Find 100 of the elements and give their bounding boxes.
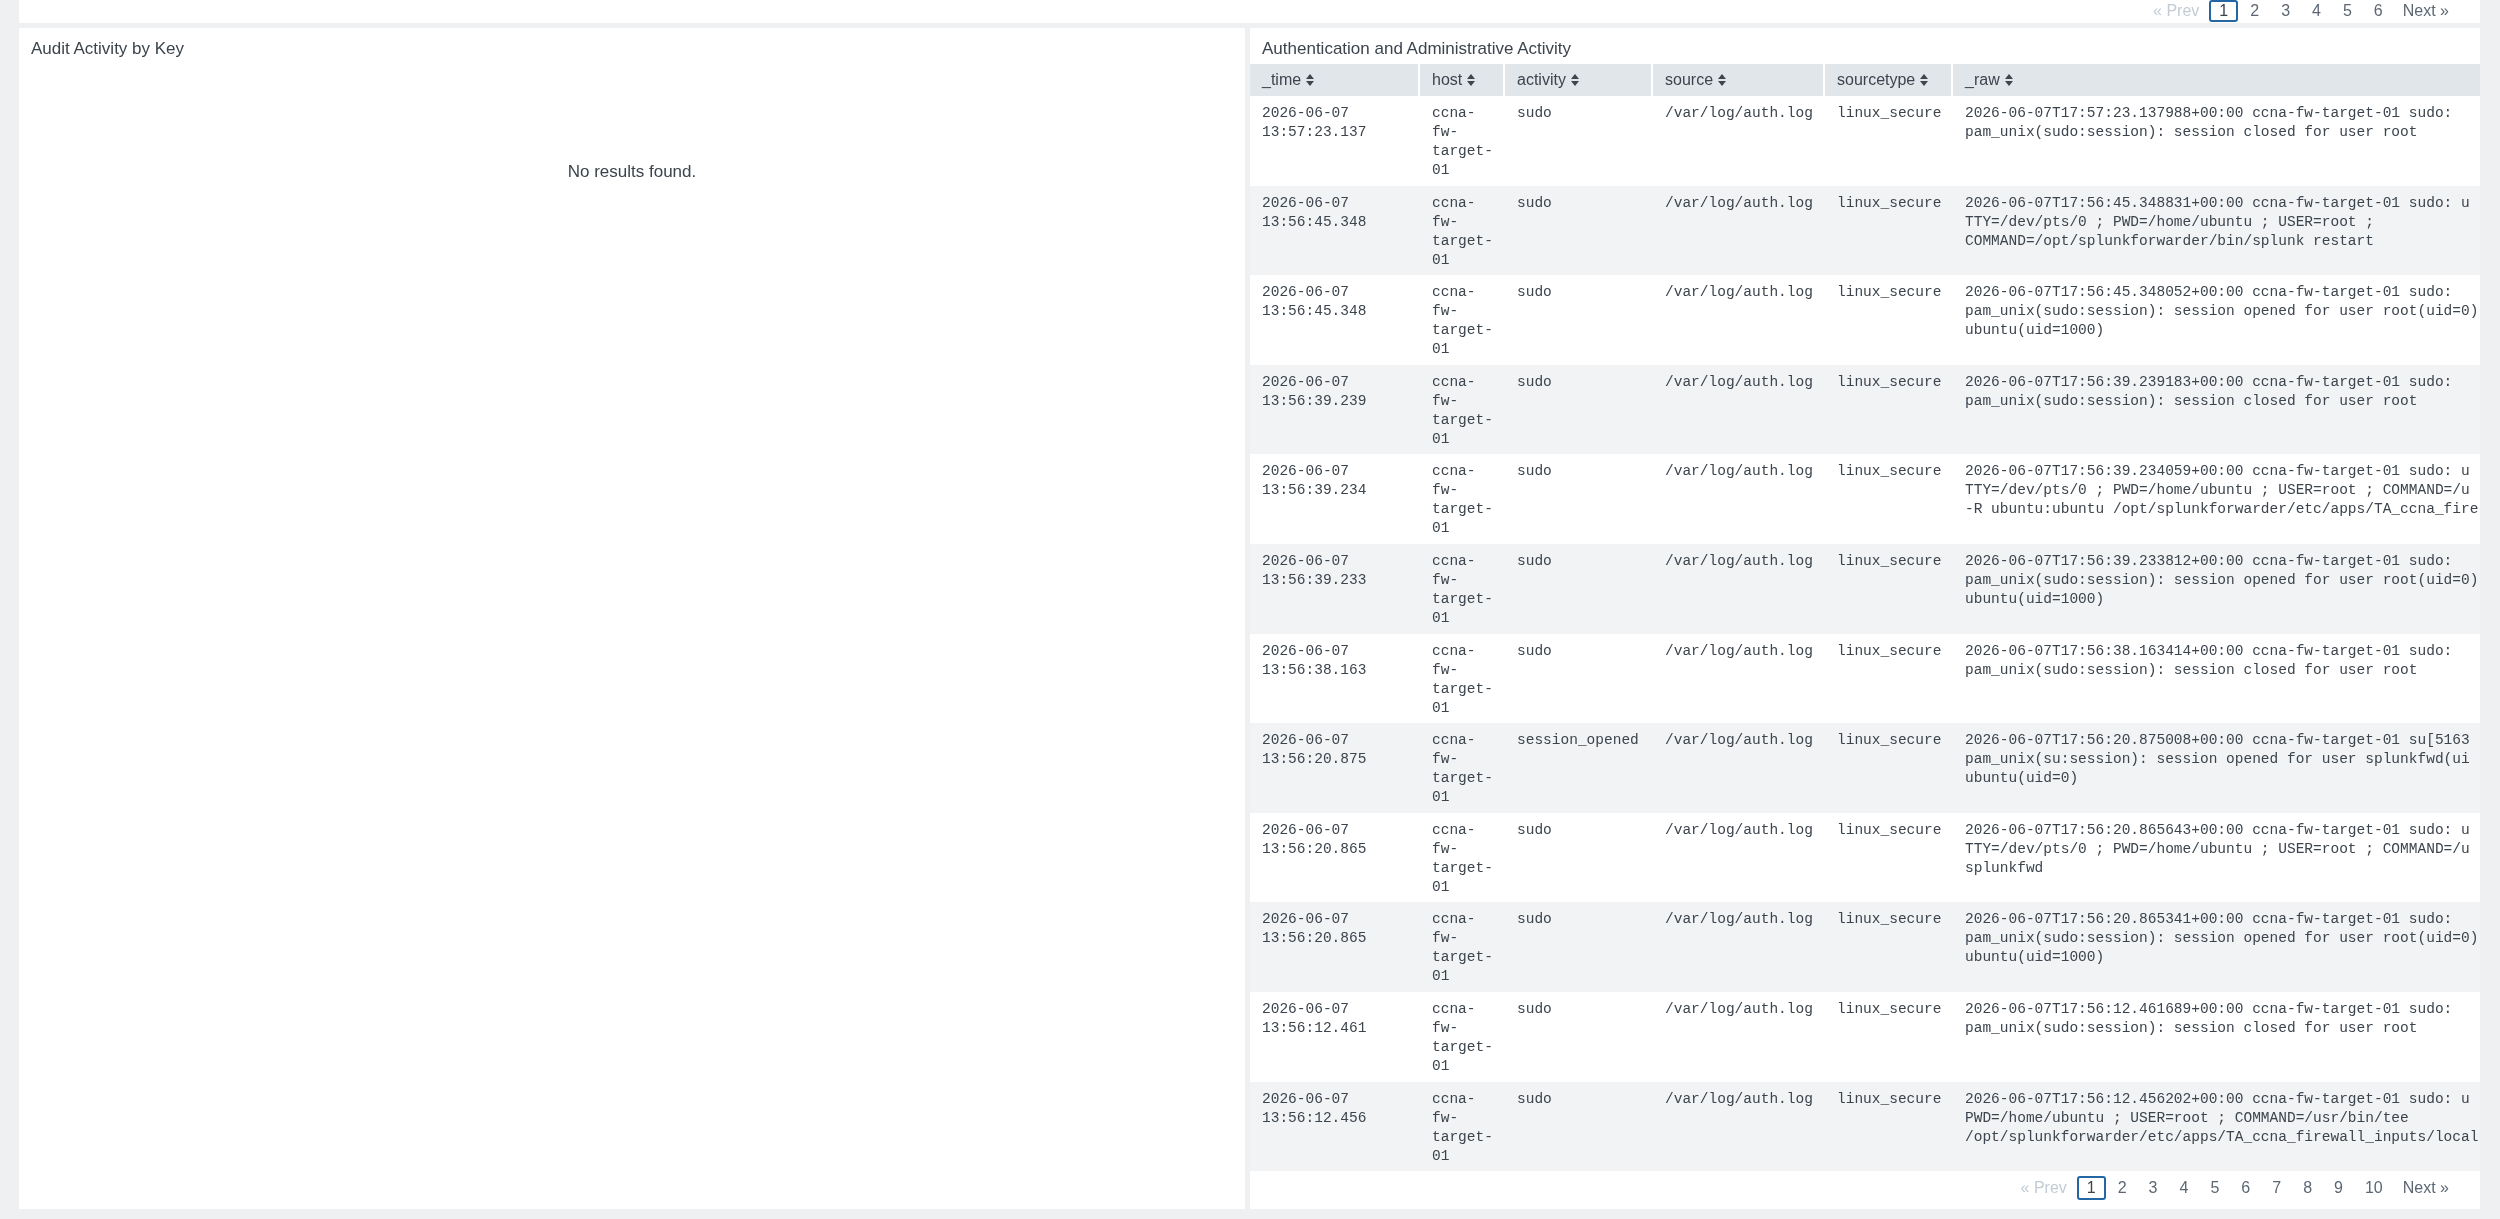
page-link[interactable]: 3 xyxy=(2138,1176,2168,1201)
table-cell: 2026-06-07T17:56:45.348052+00:00 ccna-fw-target-01 sudo: pam_unix(sudo:session): session opened for user root(uid=0) ubuntu(uid=1000) xyxy=(1965,283,2480,341)
table-cell-text: 2026-06-07 13:56:39.239 xyxy=(1262,372,1368,411)
table-cell: 2026-06-07T17:56:20.865341+00:00 ccna-fw-target-01 sudo: pam_unix(sudo:session): session opened for user root(uid=0) ubuntu(uid=1000) xyxy=(1965,910,2480,968)
table-cell-text: 2026-06-07T17:56:20.875008+00:00 ccna-fw-target-01 su[5163 pam_unix(su:session): session opened for user splunkfwd(ui ubuntu(uid=0) xyxy=(1965,731,2471,789)
table-cell-text: /var/log/auth.log xyxy=(1665,731,1814,751)
table-cell-text: 2026-06-07 13:56:12.456 xyxy=(1262,1089,1368,1128)
table-cell-text: 2026-06-07 13:56:20.865 xyxy=(1262,910,1368,949)
table-cell-text: ccna-fw-target-01 xyxy=(1432,999,1494,1076)
sort-icon xyxy=(1306,74,1315,86)
table-cell-text: ccna-fw-target-01 xyxy=(1432,551,1494,628)
table-cell-text: linux_secure xyxy=(1837,999,1943,1019)
column-header[interactable]: _time xyxy=(1250,64,1420,96)
page-link[interactable]: 8 xyxy=(2293,1176,2323,1201)
page-link[interactable]: 7 xyxy=(2262,1176,2292,1201)
table-cell-text: linux_secure xyxy=(1837,372,1943,392)
page-link[interactable]: 5 xyxy=(2200,1176,2230,1201)
table-cell-text: /var/log/auth.log xyxy=(1665,551,1814,571)
table-cell: 2026-06-07T17:56:39.233812+00:00 ccna-fw-target-01 sudo: pam_unix(sudo:session): session opened for user root(uid=0) ubuntu(uid=1000) xyxy=(1965,551,2480,609)
table-cell-text: sudo xyxy=(1517,462,1553,482)
table-cell-text: ccna-fw-target-01 xyxy=(1432,283,1494,360)
table-cell-text: sudo xyxy=(1517,283,1553,303)
page-link[interactable]: 5 xyxy=(2332,0,2362,22)
next-page-link[interactable]: Next » xyxy=(2393,1176,2458,1201)
table-cell-text: ccna-fw-target-01 xyxy=(1432,910,1494,987)
table-cell-text: linux_secure xyxy=(1837,104,1943,123)
table-cell-text: ccna-fw-target-01 xyxy=(1432,193,1494,270)
page-link[interactable]: 1 xyxy=(2076,1176,2106,1201)
table-cell-text: /var/log/auth.log xyxy=(1665,104,1814,123)
table-cell-text: 2026-06-07 13:56:39.234 xyxy=(1262,462,1368,501)
table-cell-text: sudo xyxy=(1517,1089,1553,1109)
table-cell-text: /var/log/auth.log xyxy=(1665,999,1814,1019)
table-cell-text: 2026-06-07T17:56:12.461689+00:00 ccna-fw-target-01 sudo: pam_unix(sudo:session): session closed for user root xyxy=(1965,999,2454,1038)
page-link[interactable]: 3 xyxy=(2271,0,2301,22)
table-cell: 2026-06-07T17:56:39.234059+00:00 ccna-fw-target-01 sudo: u TTY=/dev/pts/0 ; PWD=/home/ubuntu ; USER=root ; COMMAND=/u -R ubuntu:ubuntu /opt/splunkforwarder/etc/apps/TA_ccna_fire xyxy=(1965,462,2480,520)
table-cell-text: ccna-fw-target-01 xyxy=(1432,462,1494,539)
table-cell-text: linux_secure xyxy=(1837,641,1943,661)
panel-title: Authentication and Administrative Activity xyxy=(1262,39,1571,58)
table-cell-text: ccna-fw-target-01 xyxy=(1432,641,1494,718)
empty-message: No results found. xyxy=(567,162,697,182)
page-link[interactable]: 4 xyxy=(2302,0,2331,22)
table-cell-text: sudo xyxy=(1517,910,1553,930)
table-cell-text: 2026-06-07T17:56:20.865643+00:00 ccna-fw-target-01 sudo: u TTY=/dev/pts/0 ; PWD=/home/ubuntu ; USER=root ; COMMAND=/u splunkfwd xyxy=(1965,820,2471,878)
page-link[interactable]: 10 xyxy=(2354,1176,2393,1201)
table-cell-text: sudo xyxy=(1517,820,1553,840)
table-cell-text: 2026-06-07T17:57:23.137988+00:00 ccna-fw-target-01 sudo: pam_unix(sudo:session): session closed for user root xyxy=(1965,104,2454,142)
table-cell-text: 2026-06-07 13:56:45.348 xyxy=(1262,283,1368,322)
table-cell-text: /var/log/auth.log xyxy=(1665,1089,1814,1109)
table-cell-text: linux_secure xyxy=(1837,731,1943,751)
table-cell-text: 2026-06-07T17:56:38.163414+00:00 ccna-fw-target-01 sudo: pam_unix(sudo:session): session closed for user root xyxy=(1965,641,2454,680)
page-link[interactable]: 9 xyxy=(2324,1176,2353,1201)
table-cell-text: /var/log/auth.log xyxy=(1665,283,1814,303)
table-cell-text: ccna-fw-target-01 xyxy=(1432,731,1494,808)
table-cell-text: 2026-06-07T17:56:39.239183+00:00 ccna-fw-target-01 sudo: pam_unix(sudo:session): session closed for user root xyxy=(1965,372,2454,411)
column-header[interactable]: source xyxy=(1653,64,1825,96)
page-link[interactable]: 1 xyxy=(2209,0,2239,22)
table-cell-text: /var/log/auth.log xyxy=(1665,372,1814,392)
page-link[interactable]: 2 xyxy=(2240,0,2270,22)
column-header[interactable]: activity xyxy=(1505,64,1653,96)
table-cell-text: /var/log/auth.log xyxy=(1665,820,1814,840)
table-cell-text: 2026-06-07 13:56:39.233 xyxy=(1262,551,1368,590)
sort-icon xyxy=(1718,74,1727,86)
sort-icon xyxy=(1920,74,1929,86)
table-cell-text: /var/log/auth.log xyxy=(1665,462,1814,482)
table-cell-text: linux_secure xyxy=(1837,1089,1943,1109)
table-cell-text: sudo xyxy=(1517,104,1553,123)
sort-icon xyxy=(1467,74,1476,86)
table-cell-text: 2026-06-07 13:56:20.865 xyxy=(1262,820,1368,859)
page-link[interactable]: 6 xyxy=(2363,0,2393,22)
table-cell-text: /var/log/auth.log xyxy=(1665,910,1814,930)
table-cell-text: 2026-06-07 13:56:12.461 xyxy=(1262,999,1368,1038)
table-cell-text: 2026-06-07 13:56:45.348 xyxy=(1262,193,1368,232)
sort-icon xyxy=(2004,74,2013,86)
next-page-link[interactable]: Next » xyxy=(2393,0,2458,22)
page-link[interactable]: 6 xyxy=(2231,1176,2261,1201)
table-cell-text: linux_secure xyxy=(1837,820,1943,840)
table-cell-text: ccna-fw-target-01 xyxy=(1432,1089,1494,1166)
table-cell-text: linux_secure xyxy=(1837,193,1943,213)
table-cell-text: linux_secure xyxy=(1837,910,1943,930)
table-cell-text: linux_secure xyxy=(1837,283,1943,303)
table-cell-text: 2026-06-07 13:57:23.137 xyxy=(1262,104,1368,142)
column-header[interactable]: sourcetype xyxy=(1825,64,1953,96)
table-cell-text: linux_secure xyxy=(1837,462,1943,482)
page-link[interactable]: 2 xyxy=(2107,1176,2137,1201)
column-header[interactable]: host xyxy=(1420,64,1505,96)
table-cell-text: sudo xyxy=(1517,999,1553,1019)
table-cell-text: ccna-fw-target-01 xyxy=(1432,820,1494,897)
table-cell-text: sudo xyxy=(1517,551,1553,571)
sort-icon xyxy=(1570,74,1579,86)
table-cell-text: session_opened xyxy=(1517,731,1640,751)
table-cell-text: 2026-06-07T17:56:45.348831+00:00 ccna-fw-target-01 sudo: u TTY=/dev/pts/0 ; PWD=/home/ubuntu ; USER=root ; COMMAND=/opt/splunkforwarder/bin/splunk restart xyxy=(1965,193,2471,251)
page-link[interactable]: 4 xyxy=(2169,1176,2199,1201)
table-cell-text: sudo xyxy=(1517,372,1553,392)
table-cell-text: ccna-fw-target-01 xyxy=(1432,104,1494,180)
column-header[interactable]: _raw xyxy=(1953,64,2480,96)
table-cell-text: 2026-06-07 13:56:20.875 xyxy=(1262,731,1368,770)
table-cell-text: sudo xyxy=(1517,193,1553,213)
panel-title: Audit Activity by Key xyxy=(31,39,185,58)
table-cell-text: sudo xyxy=(1517,641,1553,661)
table-cell-text: 2026-06-07 13:56:38.163 xyxy=(1262,641,1368,680)
